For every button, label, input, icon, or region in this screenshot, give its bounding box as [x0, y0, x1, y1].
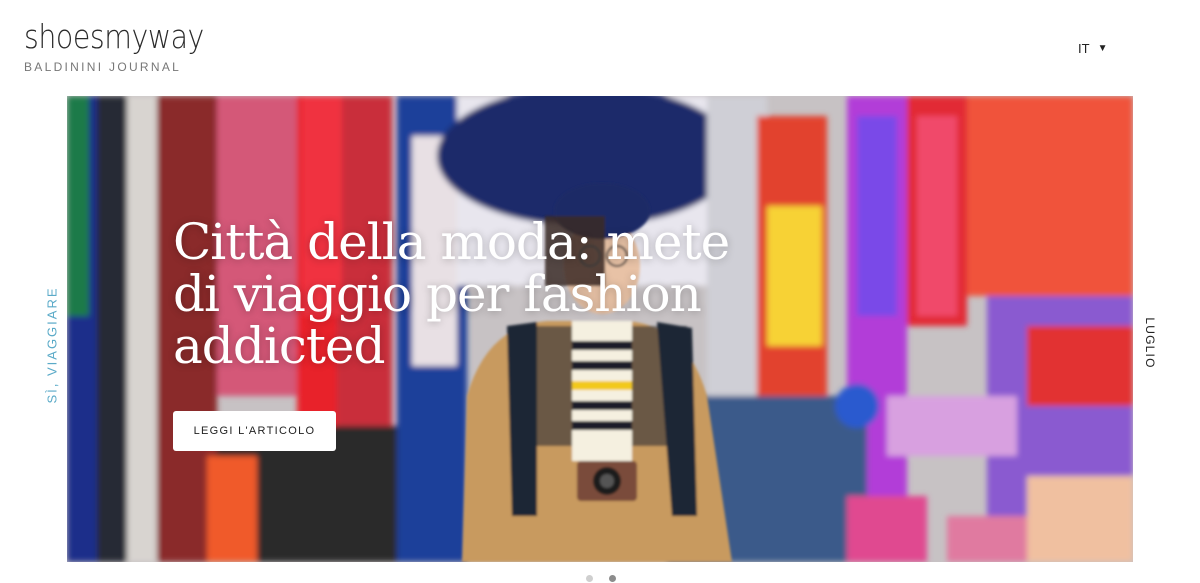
hero-banner[interactable]: Città della moda: mete di viaggio per fa… [67, 96, 1133, 562]
language-selector[interactable]: IT ▼ [1078, 41, 1107, 56]
carousel-dot-1[interactable] [586, 575, 593, 582]
chevron-down-icon: ▼ [1097, 43, 1108, 54]
month-label: LUGLIO [1143, 317, 1157, 369]
carousel-dots [586, 575, 616, 582]
site-logo[interactable]: shoesmyway BALDININI JOURNAL [24, 20, 233, 74]
read-article-button[interactable]: LEGGI L'ARTICOLO [173, 411, 336, 451]
category-label[interactable]: SÌ, VIAGGIARE [45, 286, 60, 403]
logo-subtitle: BALDININI JOURNAL [24, 60, 182, 74]
logo-title: shoesmyway [24, 17, 204, 56]
hero-title[interactable]: Città della moda: mete di viaggio per fa… [173, 216, 743, 372]
carousel-dot-2[interactable] [609, 575, 616, 582]
language-label: IT [1078, 41, 1090, 56]
